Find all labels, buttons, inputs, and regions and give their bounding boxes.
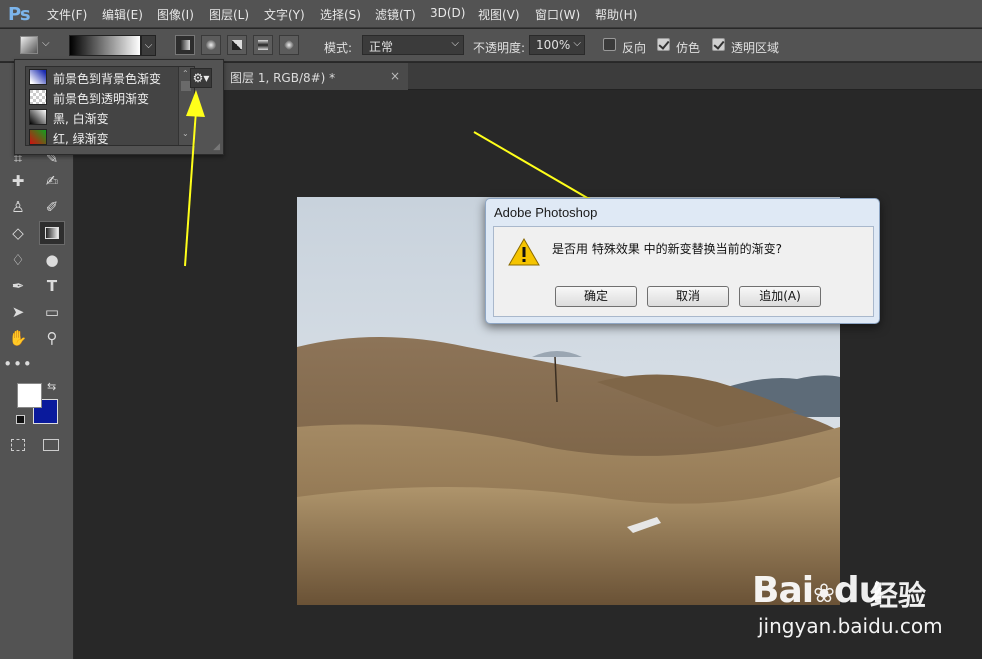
- baidu-jingyan-watermark: Bai❀du 经验 jingyan.baidu.com: [752, 560, 982, 650]
- dialog-message: 是否用 特殊效果 中的新变替换当前的渐变?: [552, 242, 782, 256]
- append-button[interactable]: 追加(A): [739, 286, 821, 307]
- watermark-chinese: 经验: [870, 579, 927, 612]
- dialog-title: Adobe Photoshop: [494, 205, 598, 220]
- dialog-body: 是否用 特殊效果 中的新变替换当前的渐变? 确定 取消 追加(A): [493, 226, 874, 317]
- replace-gradient-dialog: Adobe Photoshop 是否用 特殊效果 中的新变替换当前的渐变? 确定…: [485, 198, 880, 324]
- watermark-brand-text: Bai: [752, 570, 814, 611]
- arrow-right-annotation: [473, 131, 597, 204]
- ok-button[interactable]: 确定: [555, 286, 637, 307]
- watermark-url: jingyan.baidu.com: [758, 614, 943, 638]
- paw-icon: ❀: [813, 579, 835, 609]
- watermark-brand: Bai❀du: [752, 570, 884, 611]
- warning-icon: [508, 238, 540, 266]
- cancel-button[interactable]: 取消: [647, 286, 729, 307]
- arrow-up-annotation: [184, 109, 197, 267]
- arrow-head-up: [186, 90, 205, 117]
